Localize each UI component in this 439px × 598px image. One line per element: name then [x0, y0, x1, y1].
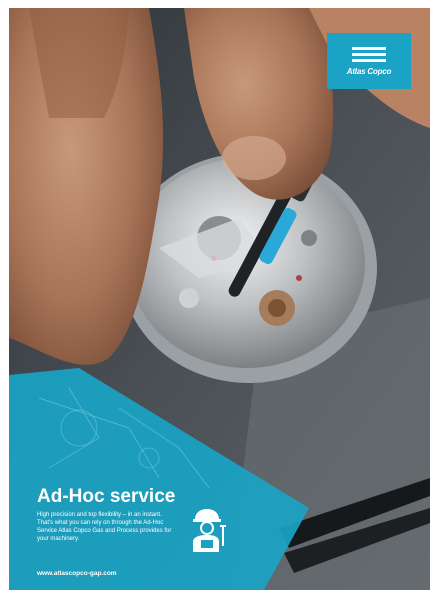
poster: Atlas Copco Ad-Hoc service High precisio… [9, 8, 430, 590]
website-link[interactable]: www.atlascopco-gap.com [37, 570, 117, 577]
headline: Ad-Hoc service [37, 486, 176, 507]
body-copy: High precision and top flexibility – in … [37, 512, 172, 542]
technician-tools-icon [193, 509, 226, 552]
